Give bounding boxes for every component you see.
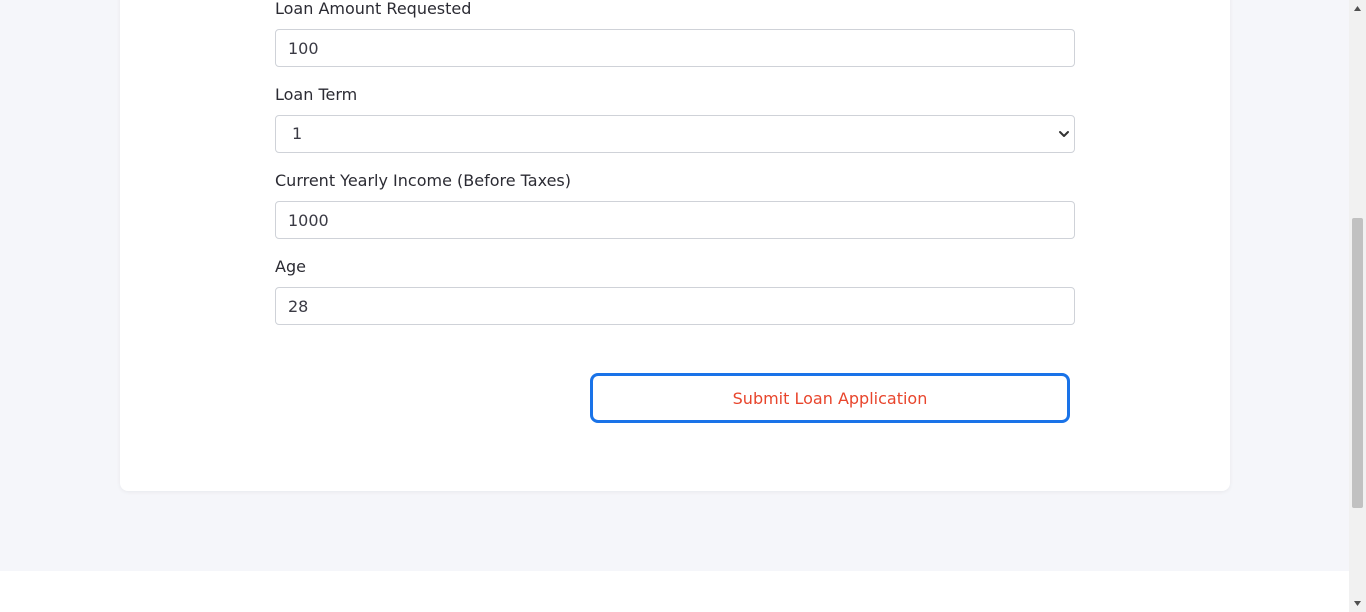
loan-amount-label: Loan Amount Requested [275, 0, 472, 18]
loan-application-card: Loan Amount Requested Loan Term 1 Curren… [120, 0, 1230, 491]
age-label: Age [275, 257, 306, 276]
scrollbar-thumb[interactable] [1352, 218, 1363, 508]
age-input[interactable] [275, 287, 1075, 325]
loan-amount-input[interactable] [275, 29, 1075, 67]
scroll-down-arrow-icon[interactable] [1349, 595, 1366, 612]
loan-term-label: Loan Term [275, 85, 358, 104]
yearly-income-input[interactable] [275, 201, 1075, 239]
scroll-up-arrow-icon[interactable] [1349, 0, 1366, 17]
loan-term-selected-value: 1 [292, 124, 303, 143]
page: Loan Amount Requested Loan Term 1 Curren… [0, 0, 1349, 612]
chevron-down-icon [1059, 131, 1069, 137]
vertical-scrollbar[interactable] [1349, 0, 1366, 612]
yearly-income-label: Current Yearly Income (Before Taxes) [275, 171, 571, 190]
loan-term-select[interactable]: 1 [275, 115, 1075, 153]
submit-loan-application-button[interactable]: Submit Loan Application [590, 373, 1070, 423]
footer [0, 571, 1349, 612]
